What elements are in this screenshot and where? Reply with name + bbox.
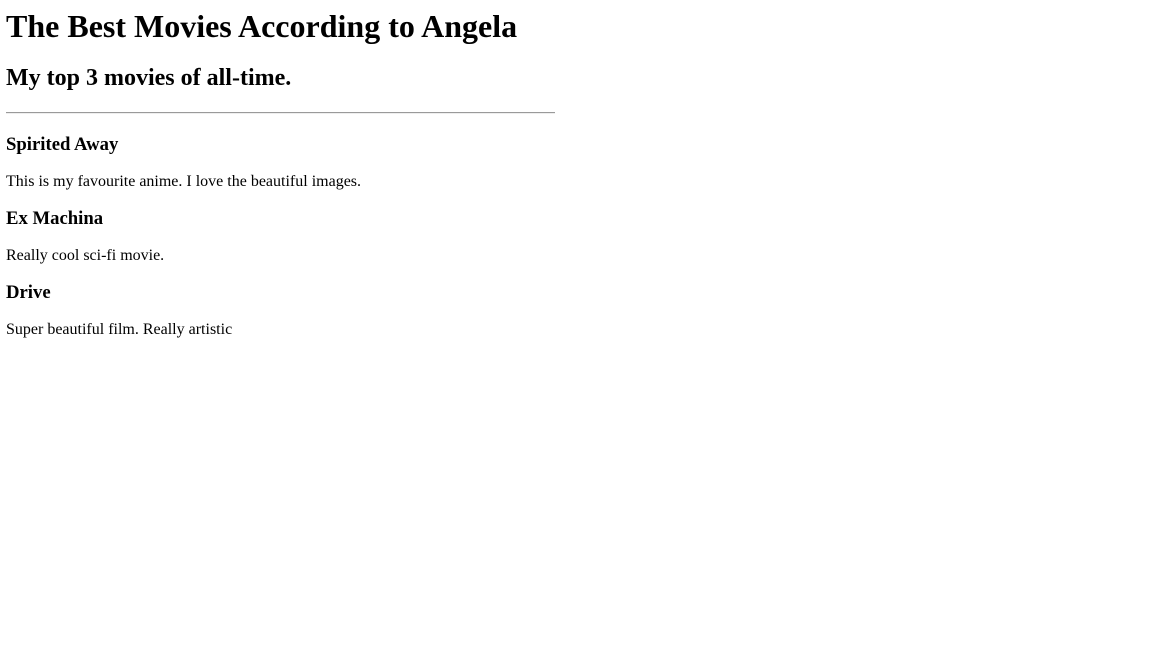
page-title: The Best Movies According to Angela (6, 8, 518, 44)
movie-description: Super beautiful film. Really artistic (6, 321, 233, 338)
movie-description: Really cool sci-fi movie. (6, 247, 165, 264)
movie-item-ex-machina: Ex Machina Really cool sci-fi movie. (6, 208, 1146, 265)
movie-title: Drive (6, 282, 51, 303)
movie-item-drive: Drive Super beautiful film. Really artis… (6, 282, 1146, 339)
page: The Best Movies According to Angela My t… (0, 0, 1152, 648)
movie-item-spirited-away: Spirited Away This is my favourite anime… (6, 134, 1146, 191)
movie-title: Ex Machina (6, 208, 104, 229)
page-subtitle: My top 3 movies of all-time. (6, 65, 292, 91)
divider (6, 112, 555, 114)
movie-description: This is my favourite anime. I love the b… (6, 173, 362, 190)
movie-title: Spirited Away (6, 134, 119, 155)
